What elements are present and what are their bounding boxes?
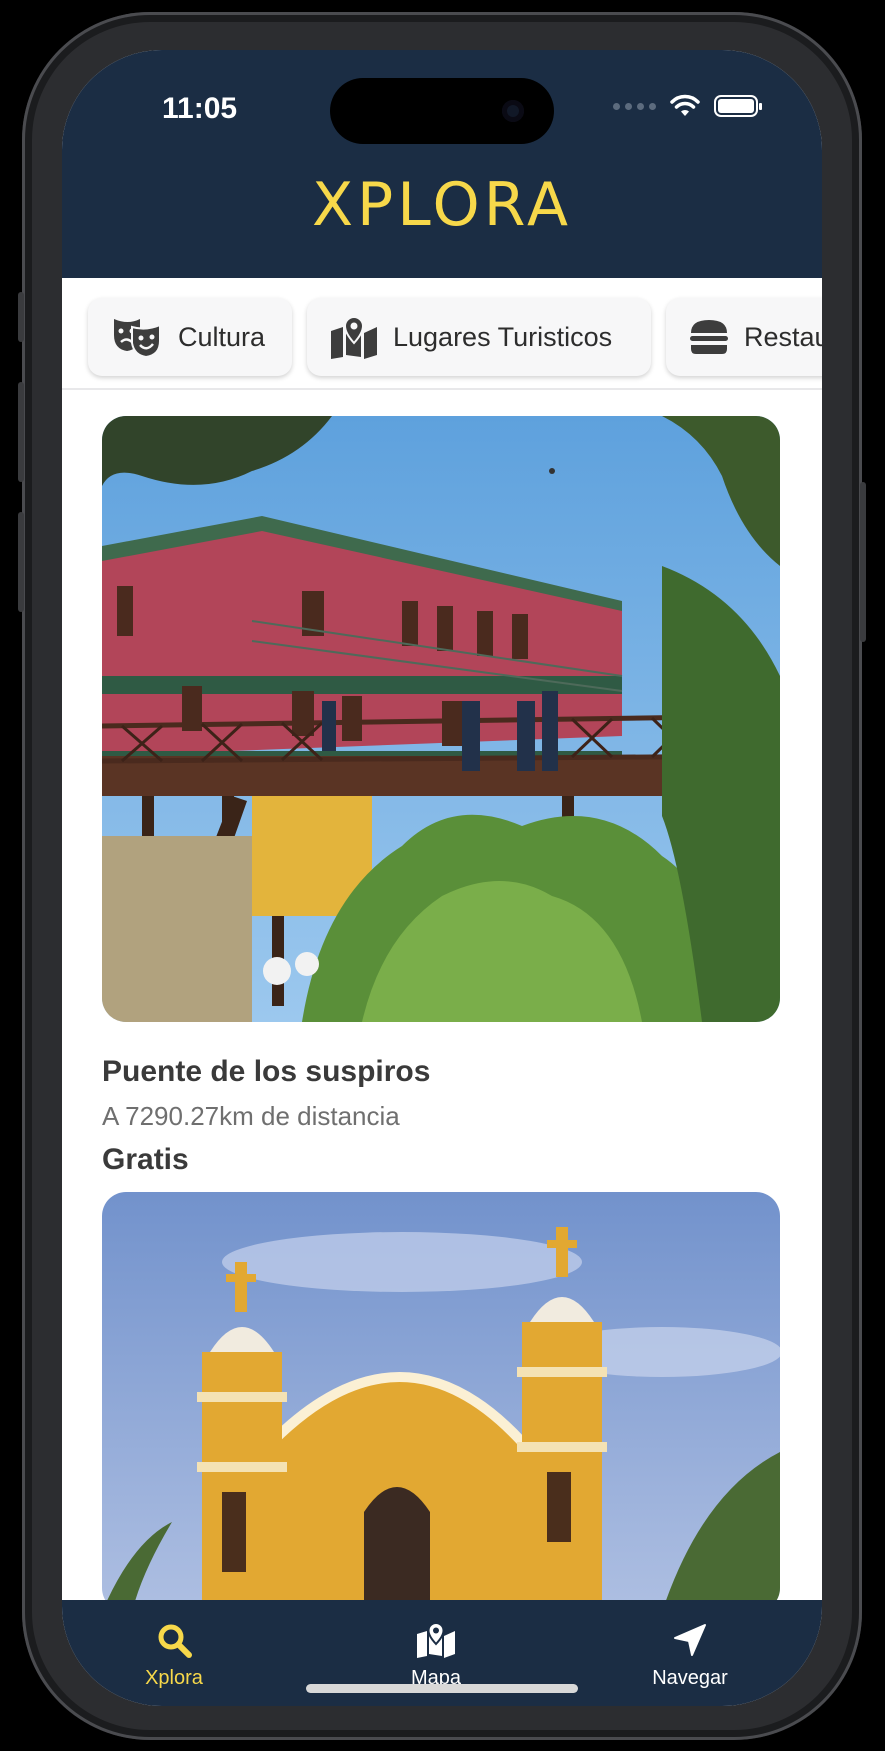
map-icon	[417, 1621, 455, 1658]
bridge-photo	[102, 416, 780, 1022]
places-feed[interactable]: Puente de los suspiros A 7290.27km de di…	[62, 390, 822, 1600]
tab-navegar[interactable]: Navegar	[610, 1622, 770, 1690]
category-chip-cultura[interactable]: Cultura	[88, 298, 292, 376]
church-photo	[102, 1192, 780, 1600]
category-label: Lugares Turisticos	[393, 321, 613, 352]
tab-bar: Xplora Mapa Navegar	[62, 1600, 822, 1706]
app-screen: 11:05 XPLORA Cultura Lugares Turisticos …	[62, 50, 822, 1706]
volume-up-button	[18, 382, 24, 482]
status-time: 11:05	[162, 92, 238, 125]
silent-switch	[18, 292, 24, 342]
app-title: XPLORA	[311, 170, 573, 240]
wifi-icon	[670, 94, 700, 116]
power-button	[860, 482, 866, 642]
place-photo[interactable]	[102, 416, 780, 1022]
category-label: Cultura	[178, 321, 266, 352]
search-icon	[158, 1624, 192, 1658]
place-name[interactable]: Puente de los suspiros	[102, 1055, 430, 1089]
home-indicator[interactable]	[306, 1684, 578, 1693]
status-icons	[613, 94, 762, 118]
tab-label: Xplora	[145, 1667, 203, 1689]
volume-down-button	[18, 512, 24, 612]
category-chip-restaurantes[interactable]: Restaurantes	[666, 298, 822, 376]
theater-masks-icon	[114, 319, 161, 359]
place-price: Gratis	[102, 1143, 189, 1176]
battery-icon	[714, 95, 762, 117]
phone-frame: 11:05 XPLORA Cultura Lugares Turisticos …	[18, 12, 866, 1740]
category-bar[interactable]: Cultura Lugares Turisticos Restau	[62, 278, 822, 390]
tab-mapa[interactable]: Mapa	[356, 1621, 516, 1690]
map-marker-icon	[331, 315, 377, 359]
location-arrow-icon	[674, 1624, 706, 1656]
camera-icon	[502, 100, 524, 122]
tab-xplora[interactable]: Xplora	[94, 1622, 254, 1690]
app-header: 11:05 XPLORA	[62, 50, 822, 278]
category-label: Restaurantes	[744, 321, 822, 352]
place-distance: A 7290.27km de distancia	[102, 1101, 400, 1131]
signal-icon	[613, 102, 656, 110]
burger-icon	[690, 320, 728, 354]
place-photo[interactable]	[102, 1192, 780, 1600]
category-chip-lugares-turisticos[interactable]: Lugares Turisticos	[307, 298, 651, 376]
tab-label: Navegar	[652, 1667, 728, 1689]
dynamic-island	[330, 78, 554, 144]
